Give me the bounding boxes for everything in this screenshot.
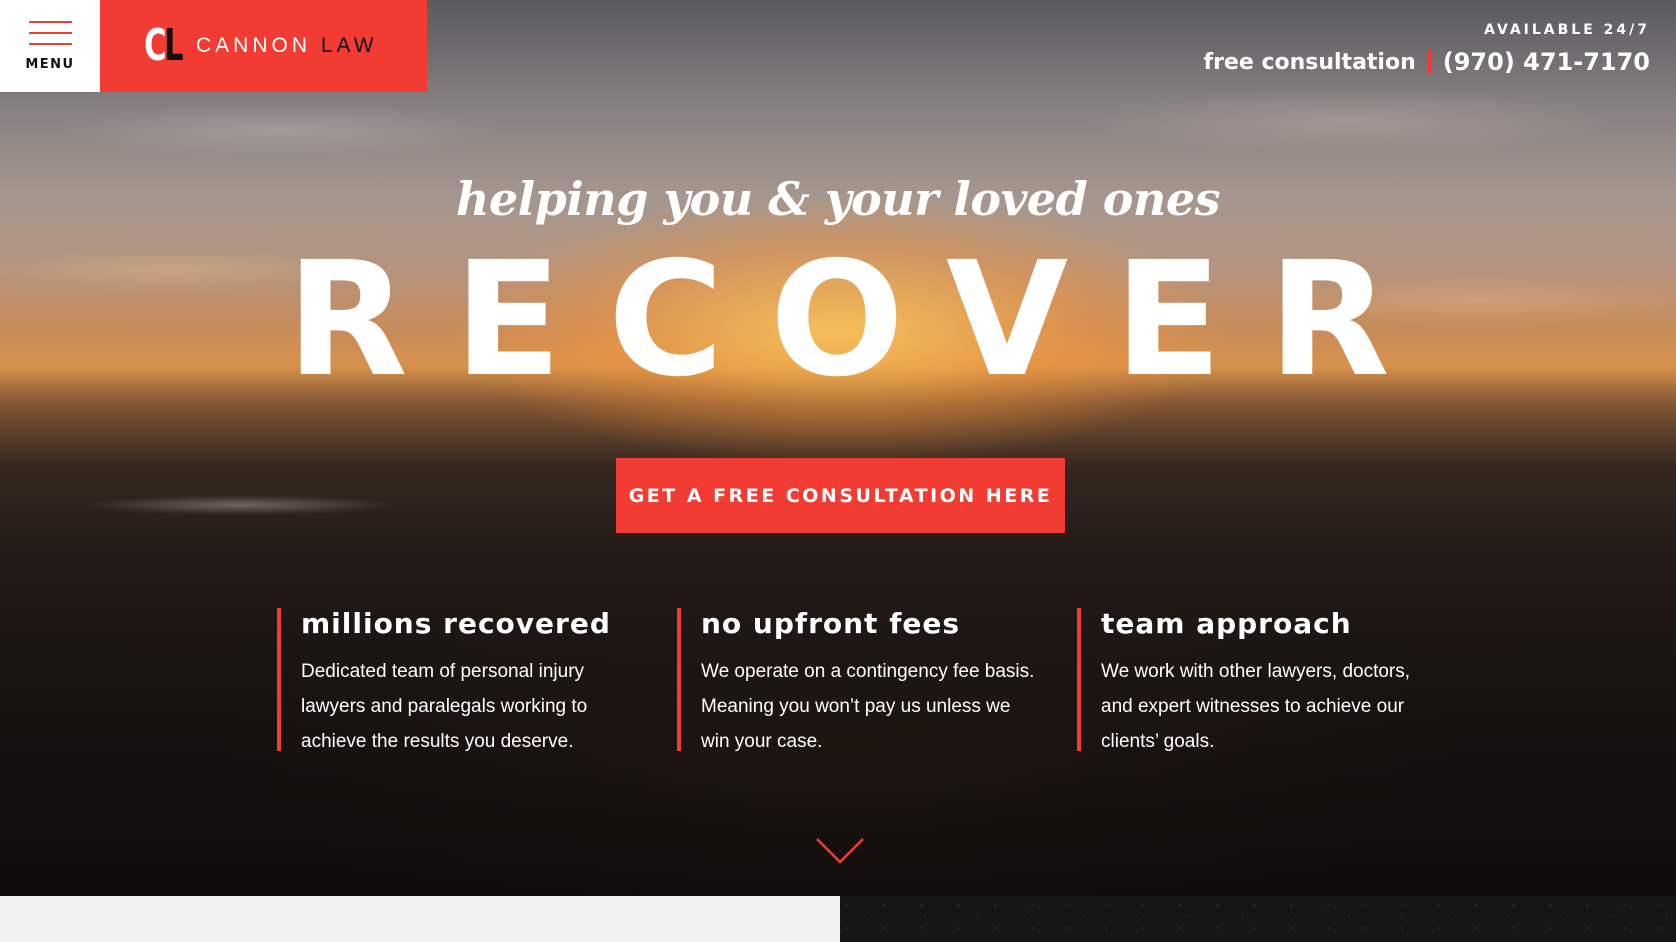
feature-item: millions recovered Dedicated team of per… [277,607,677,752]
feature-text: Dedicated team of personal injury lawyer… [301,661,588,752]
feature-title: no upfront fees [701,607,961,640]
chevron-down-icon[interactable] [814,836,866,866]
feature-text: We work with other lawyers, doctors, and… [1101,661,1411,752]
feature-title: team approach [1101,607,1352,640]
features-list: millions recovered Dedicated team of per… [277,607,1477,752]
page: MENU C L CANNON LAW AVAILABLE 24/7 free … [0,0,1676,942]
contact-line: free consultation (970) 471-7170 [1204,48,1650,76]
hero-background [0,0,1676,896]
logo-letter-l: L [164,20,184,71]
hamburger-icon [28,20,72,45]
feature-title: millions recovered [301,607,611,640]
next-section-dark-panel [840,896,1676,942]
logo-letter-c: C [144,20,167,71]
hero-tagline: helping you & your loved ones [455,172,1221,226]
phone-link[interactable]: (970) 471-7170 [1443,48,1650,76]
logo-mark: C L [144,20,184,71]
next-section-light-panel [0,896,840,942]
hero-headline: RECOVER [286,228,1436,412]
availability-label: AVAILABLE 24/7 [1484,22,1650,38]
feature-item: team approach We work with other lawyers… [1077,607,1477,752]
contact-divider [1427,50,1431,74]
header-contact: AVAILABLE 24/7 free consultation (970) 4… [1204,22,1650,76]
feature-text: We operate on a contingency fee basis. M… [701,661,1035,752]
logo-link[interactable]: C L CANNON LAW [100,0,427,92]
feature-item: no upfront fees We operate on a continge… [677,607,1077,752]
logo-name-second: LAW [320,34,378,57]
logo-name-first: CANNON [196,34,312,57]
menu-button[interactable]: MENU [0,0,100,92]
free-consultation-label: free consultation [1203,49,1416,75]
menu-label: MENU [25,56,75,72]
logo-wordmark: CANNON LAW [196,34,378,58]
free-consultation-button[interactable]: GET A FREE CONSULTATION HERE [616,458,1065,533]
